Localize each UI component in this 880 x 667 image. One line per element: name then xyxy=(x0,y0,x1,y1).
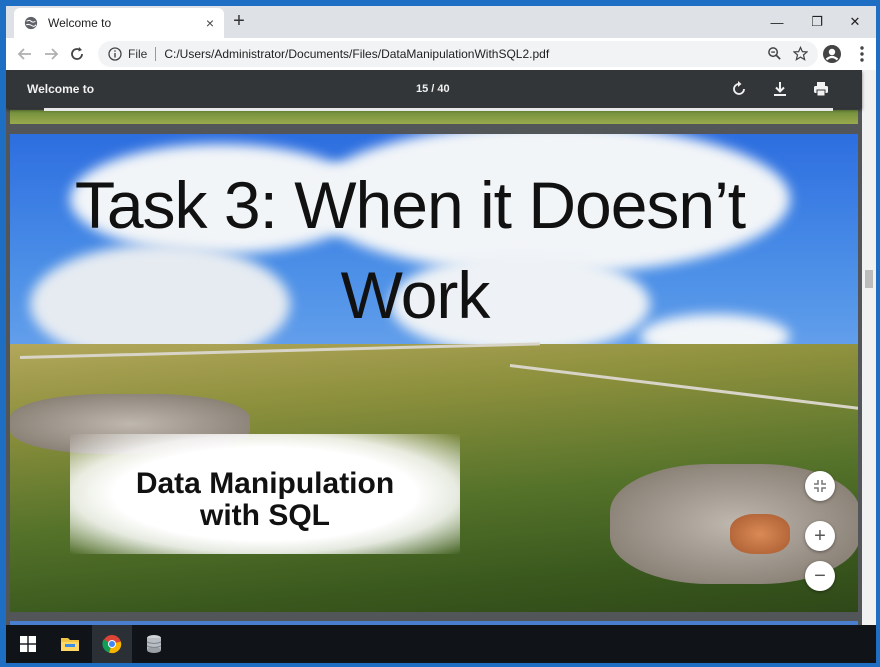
file-explorer-taskbar-item[interactable] xyxy=(50,625,90,663)
back-arrow-icon xyxy=(17,48,31,60)
stone xyxy=(730,514,790,554)
download-icon[interactable] xyxy=(771,80,789,98)
forward-arrow-icon xyxy=(45,48,59,60)
more-menu-icon[interactable] xyxy=(852,44,872,64)
minimize-button[interactable]: — xyxy=(758,10,796,34)
pdf-viewer[interactable]: Welcome to 15 / 40 Task 3: When it Doesn… xyxy=(6,70,876,625)
address-separator xyxy=(155,47,157,61)
slide-subtitle-line2: with SQL xyxy=(200,499,330,532)
slide-heading-line2: Work xyxy=(340,258,491,332)
slide-subtitle-line1: Data Manipulation xyxy=(135,467,395,500)
scheme-label: File xyxy=(128,47,148,61)
print-icon[interactable] xyxy=(812,80,830,98)
page-indicator: 15 / 40 xyxy=(416,83,450,95)
start-button[interactable] xyxy=(8,625,48,663)
new-tab-button[interactable]: + xyxy=(229,11,249,32)
address-bar[interactable]: File C:/Users/Administrator/Documents/Fi… xyxy=(98,41,818,67)
chrome-taskbar-item[interactable] xyxy=(92,625,132,663)
windows-taskbar xyxy=(6,625,876,663)
globe-icon xyxy=(24,16,38,30)
tab-title: Welcome to xyxy=(48,16,112,30)
restore-button[interactable]: ❐ xyxy=(798,10,836,34)
bookmark-star-icon[interactable] xyxy=(793,46,808,61)
close-window-button[interactable]: ✕ xyxy=(836,10,874,34)
zoom-out-button[interactable]: − xyxy=(805,561,835,591)
fit-to-page-button[interactable] xyxy=(805,471,835,501)
chrome-icon xyxy=(102,635,122,654)
scrollbar-thumb[interactable] xyxy=(865,270,873,288)
browser-window: Welcome to × + — ❐ ✕ File C:/Users/Admin… xyxy=(6,6,876,625)
previous-page-edge xyxy=(10,110,858,124)
page-progress-bar xyxy=(44,108,833,111)
account-icon[interactable] xyxy=(822,44,842,64)
reload-icon xyxy=(71,47,83,60)
rotate-icon[interactable] xyxy=(730,80,748,98)
back-button[interactable] xyxy=(12,41,38,67)
database-app-taskbar-item[interactable] xyxy=(134,625,174,663)
screen-frame: Welcome to × + — ❐ ✕ File C:/Users/Admin… xyxy=(0,0,880,667)
info-icon xyxy=(108,47,122,61)
slide-heading-line1: Task 3: When it Doesn’t xyxy=(74,168,746,242)
file-explorer-icon xyxy=(61,638,79,651)
url-text[interactable]: C:/Users/Administrator/Documents/Files/D… xyxy=(164,47,549,61)
tab-welcome[interactable]: Welcome to × xyxy=(14,8,224,38)
zoom-magnifier-icon[interactable] xyxy=(767,46,782,61)
slide-subtitle: Data Manipulation with SQL xyxy=(70,468,460,532)
fit-to-page-icon xyxy=(814,480,826,492)
tab-strip: Welcome to × + — ❐ ✕ xyxy=(6,6,876,38)
zoom-in-button[interactable]: + xyxy=(805,521,835,551)
pdf-title: Welcome to xyxy=(27,82,95,96)
database-app-icon xyxy=(146,635,162,653)
slide-heading: Task 3: When it Doesn’t Work xyxy=(10,160,810,340)
pdf-page: Task 3: When it Doesn’t Work Data Manipu… xyxy=(10,134,858,612)
reload-button[interactable] xyxy=(64,41,90,67)
windows-start-icon xyxy=(20,636,36,652)
tab-close-button[interactable]: × xyxy=(206,15,214,31)
browser-toolbar: File C:/Users/Administrator/Documents/Fi… xyxy=(6,38,876,70)
viewer-scrollbar[interactable] xyxy=(862,70,876,625)
pdf-toolbar: Welcome to 15 / 40 xyxy=(6,70,862,108)
forward-button[interactable] xyxy=(38,41,64,67)
